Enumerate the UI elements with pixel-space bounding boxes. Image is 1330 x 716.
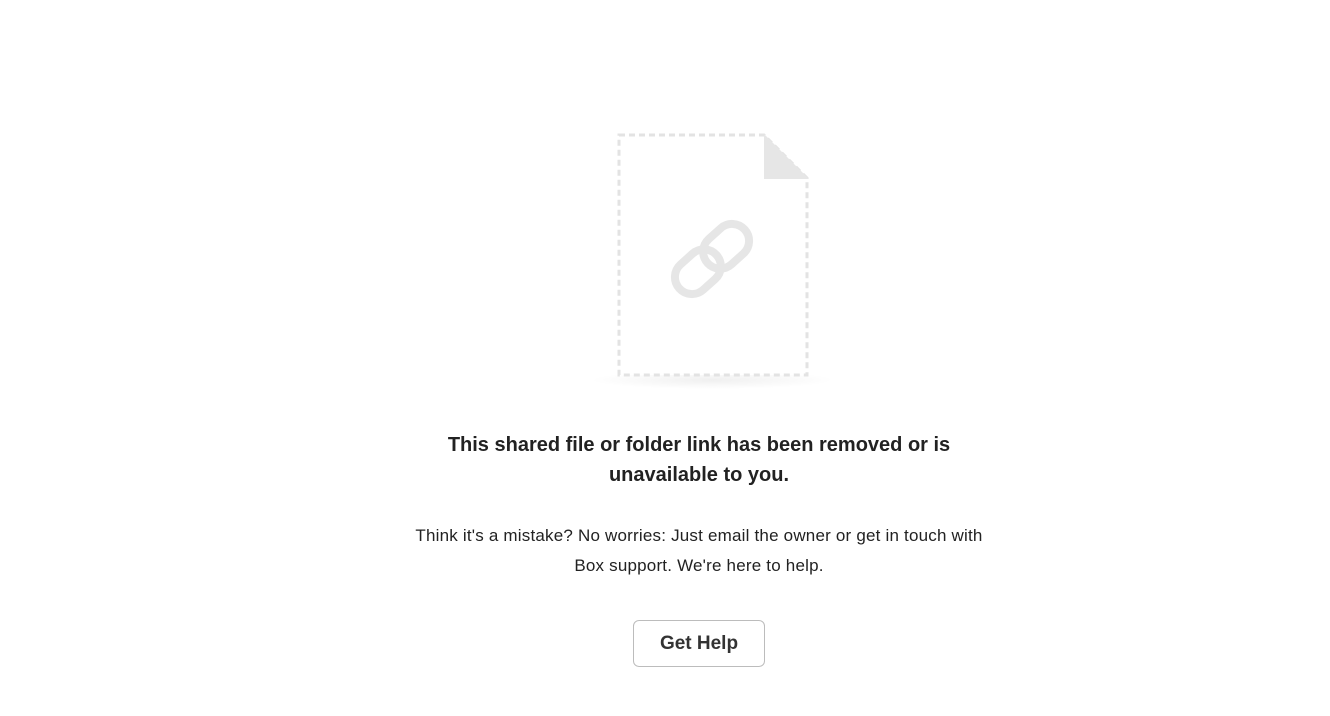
broken-link-file-icon [586,128,836,394]
page: This shared file or folder link has been… [0,0,1330,716]
error-title: This shared file or folder link has been… [447,434,951,486]
error-message: Think it's a mistake? No worries: Just e… [415,526,983,575]
get-help-button[interactable]: Get Help [633,620,765,667]
